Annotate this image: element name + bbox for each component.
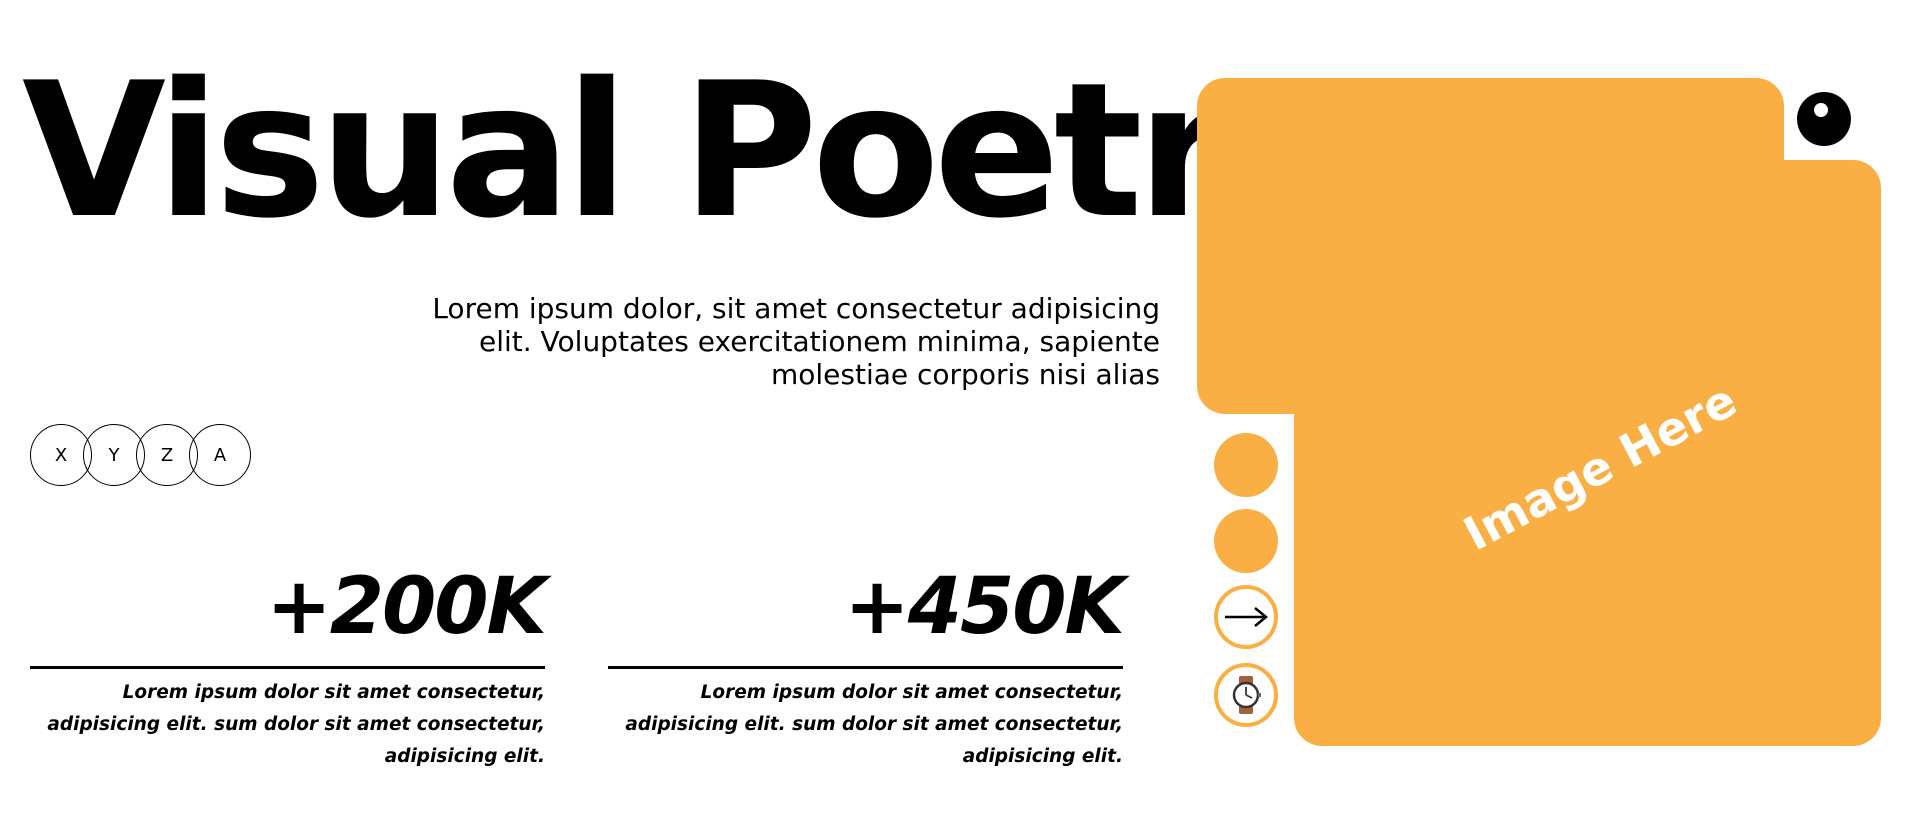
stat-description: Lorem ipsum dolor sit amet consectetur, … (625, 682, 1123, 767)
stat-divider (30, 666, 545, 669)
arrow-right-icon (1225, 607, 1268, 627)
hero-subtitle: Lorem ipsum dolor, sit amet consectetur … (432, 292, 1160, 391)
side-button-2[interactable] (1214, 509, 1278, 573)
stat-description: Lorem ipsum dolor sit amet consectetur, … (47, 682, 545, 767)
page: Visual Poetry Lorem ipsum dolor, sit ame… (0, 0, 1912, 821)
image-panel-fill (1294, 160, 1784, 414)
watch-icon (1232, 676, 1261, 714)
decorative-dot-icon (1797, 92, 1851, 146)
watch-button[interactable] (1214, 663, 1278, 727)
side-button-1[interactable] (1214, 433, 1278, 497)
chip-group: X Y Z A (30, 424, 260, 488)
stat-value: +450K (844, 562, 1125, 652)
chip-a[interactable]: A (189, 424, 251, 486)
stat-divider (608, 666, 1123, 669)
stat-value: +200K (266, 562, 547, 652)
hero-title: Visual Poetry (22, 42, 1344, 259)
stat-block-1: +200K Lorem ipsum dolor sit amet consect… (30, 562, 547, 773)
arrow-button[interactable] (1214, 585, 1278, 649)
stat-block-2: +450K Lorem ipsum dolor sit amet consect… (608, 562, 1125, 773)
